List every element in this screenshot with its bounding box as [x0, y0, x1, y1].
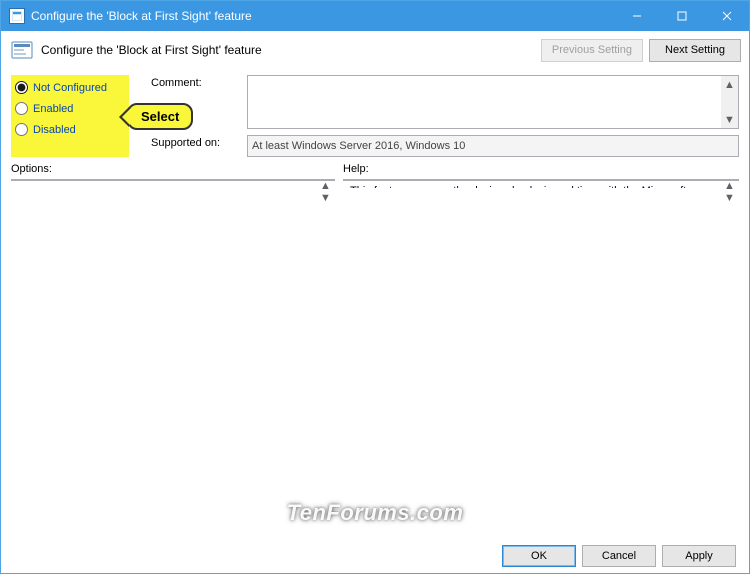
header-caption: Configure the 'Block at First Sight' fea… [41, 43, 535, 57]
radio-label: Disabled [33, 124, 76, 136]
comment-input[interactable] [248, 76, 721, 128]
maximize-button[interactable] [659, 1, 704, 31]
supported-on-value: At least Windows Server 2016, Windows 10 [247, 135, 739, 157]
fields-area: Comment: ▲ ▼ Supported on: At least Wind… [151, 75, 739, 157]
scroll-up-icon[interactable]: ▲ [721, 76, 738, 93]
footer-buttons: OK Cancel Apply [488, 538, 750, 574]
help-text: This feature ensures the device checks i… [350, 184, 715, 188]
cancel-button[interactable]: Cancel [582, 545, 656, 567]
help-panel: This feature ensures the device checks i… [343, 179, 739, 181]
help-content: This feature ensures the device checks i… [344, 180, 721, 188]
apply-button[interactable]: Apply [662, 545, 736, 567]
scroll-up-icon[interactable]: ▲ [721, 180, 738, 192]
radio-label: Not Configured [33, 82, 107, 94]
window-controls [614, 1, 749, 31]
upper-panel: Not Configured Enabled Disabled Select C… [1, 69, 749, 161]
help-label: Help: [343, 163, 739, 175]
radio-not-configured-input[interactable] [15, 81, 28, 94]
lower-panel: Options: ▲ ▼ Help: This feature ensures … [1, 161, 749, 183]
minimize-button[interactable] [614, 1, 659, 31]
header-bar: Configure the 'Block at First Sight' fea… [1, 31, 749, 69]
radio-not-configured[interactable]: Not Configured [15, 81, 125, 94]
app-icon [9, 8, 25, 24]
policy-icon [9, 39, 35, 61]
radio-label: Enabled [33, 103, 73, 115]
radio-disabled-input[interactable] [15, 123, 28, 136]
supported-on-label: Supported on: [151, 135, 241, 157]
radio-enabled-input[interactable] [15, 102, 28, 115]
options-content [12, 180, 317, 188]
watermark: TenForums.com [287, 500, 464, 526]
close-button[interactable] [704, 1, 749, 31]
state-radio-group: Not Configured Enabled Disabled Select [11, 75, 129, 157]
window-title: Configure the 'Block at First Sight' fea… [31, 9, 614, 23]
comment-box: ▲ ▼ [247, 75, 739, 129]
scroll-down-icon[interactable]: ▼ [721, 192, 738, 204]
scrollbar[interactable]: ▲ ▼ [721, 76, 738, 128]
title-bar: Configure the 'Block at First Sight' fea… [1, 1, 749, 31]
previous-setting-button[interactable]: Previous Setting [541, 39, 643, 62]
scroll-up-icon[interactable]: ▲ [317, 180, 334, 192]
next-setting-button[interactable]: Next Setting [649, 39, 741, 62]
scroll-down-icon[interactable]: ▼ [317, 192, 334, 204]
annotation-callout: Select [127, 103, 193, 130]
options-panel: ▲ ▼ [11, 179, 335, 181]
ok-button[interactable]: OK [502, 545, 576, 567]
scroll-down-icon[interactable]: ▼ [721, 111, 738, 128]
options-label: Options: [11, 163, 335, 175]
